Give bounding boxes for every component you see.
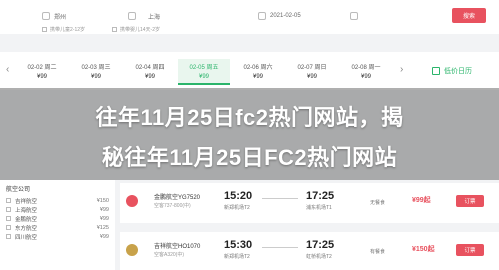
- date-label: 02-05 周五: [189, 65, 219, 71]
- date-price: ¥99: [144, 74, 155, 80]
- date-price: ¥99: [252, 74, 263, 80]
- book-button[interactable]: 订票: [456, 195, 484, 207]
- date-price: ¥99: [306, 74, 317, 80]
- date-label: 02-02 周二: [27, 65, 57, 71]
- meal-info: 无餐食: [370, 200, 386, 206]
- calendar-icon: [258, 12, 266, 20]
- to-city-input[interactable]: 上海: [148, 9, 160, 23]
- flight-price: ¥99起: [412, 197, 431, 204]
- date-tab[interactable]: 02-02 周二 ¥99: [16, 59, 68, 85]
- date-price: ¥99: [360, 74, 371, 80]
- headline-line-1: 往年11月25日fc2热门网站，揭: [95, 105, 404, 130]
- date-label: 02-03 周三: [81, 65, 111, 71]
- infant-option-label: 携带婴儿14天-2岁: [120, 27, 161, 33]
- date-label: 02-06 周六: [243, 65, 273, 71]
- departure-airport: 新郑机场T2: [224, 254, 250, 260]
- meal-info: 有餐食: [370, 249, 386, 255]
- date-tab[interactable]: 02-04 周四 ¥99: [124, 59, 176, 85]
- date-tab[interactable]: 02-07 周日 ¥99: [286, 59, 338, 85]
- low-price-calendar-button[interactable]: 低价日历: [432, 66, 472, 76]
- flight-aircraft: 空客737-800(中): [154, 203, 191, 209]
- date-label: 02-07 周日: [297, 65, 327, 71]
- departure-time: 15:30: [224, 239, 253, 251]
- to-city-value: 上海: [148, 14, 161, 21]
- departure-airport: 新郑机场T2: [224, 205, 250, 211]
- calendar-icon: [350, 12, 358, 20]
- date-tab-active[interactable]: 02-05 周五 ¥99: [178, 59, 230, 85]
- airline-filter-item[interactable]: 上海航空 ¥99: [6, 205, 109, 214]
- airline-filter: 航空公司 吉祥航空 ¥150 上海航空 ¥99 金鹏航空 ¥99 东方航空 ¥125 四…: [0, 180, 115, 270]
- chevron-left-icon[interactable]: ‹: [6, 64, 9, 75]
- flight-row: 金鹏航空YG7520 空客737-800(中) 15:20 新郑机场T2 17:…: [120, 183, 499, 223]
- infant-option[interactable]: 携带婴儿14天-2岁: [112, 26, 160, 33]
- airline-name: 吉祥航空: [15, 198, 38, 205]
- departure-time: 15:20: [224, 190, 253, 202]
- checkbox-icon: [112, 27, 117, 32]
- flight-airline: 金鹏航空YG7520: [154, 195, 201, 201]
- airline-price: ¥125: [96, 224, 109, 231]
- airline-filter-item[interactable]: 东方航空 ¥125: [6, 223, 109, 232]
- return-date-input[interactable]: [350, 9, 358, 23]
- headline-line-2: 秘往年11月25日FC2热门网站: [101, 145, 398, 170]
- arrival-time: 17:25: [306, 190, 335, 202]
- airline-price: ¥150: [96, 197, 109, 204]
- airline-filter-item[interactable]: 四川航空 ¥99: [6, 232, 109, 241]
- date-label: 02-08 周一: [351, 65, 381, 71]
- date-tab[interactable]: 02-03 周三 ¥99: [70, 59, 122, 85]
- checkbox-icon: [6, 225, 11, 230]
- date-tab[interactable]: 02-08 周一 ¥99: [340, 59, 392, 85]
- airline-name: 东方航空: [15, 225, 38, 232]
- airline-price: ¥99: [99, 233, 109, 240]
- checkbox-icon: [42, 27, 47, 32]
- plane-takeoff-icon: [42, 12, 50, 20]
- airline-filter-title: 航空公司: [6, 187, 31, 193]
- arrival-airport: 虹桥机场T2: [306, 254, 332, 260]
- calendar-icon: [432, 67, 440, 75]
- checkbox-icon: [6, 234, 11, 239]
- flight-airline: 吉祥航空HO1070: [154, 244, 201, 250]
- airline-price: ¥99: [99, 206, 109, 213]
- route-line: [262, 198, 298, 199]
- child-option-label: 携带儿童2-12岁: [50, 27, 86, 33]
- arrival-time: 17:25: [306, 239, 335, 251]
- swap-button[interactable]: [128, 9, 136, 23]
- flight-price: ¥150起: [412, 246, 435, 253]
- flight-aircraft: 空客A320(中): [154, 252, 185, 258]
- airline-filter-item[interactable]: 吉祥航空 ¥150: [6, 196, 109, 205]
- flight-row: 吉祥航空HO1070 空客A320(中) 15:30 新郑机场T2 17:25 …: [120, 232, 499, 270]
- date-price: ¥99: [198, 74, 209, 80]
- airline-filter-item[interactable]: 金鹏航空 ¥99: [6, 214, 109, 223]
- airline-name: 四川航空: [15, 234, 38, 241]
- depart-date-input[interactable]: 2021-02-05: [258, 9, 301, 23]
- airline-logo-icon: [126, 244, 138, 256]
- checkbox-icon: [6, 207, 11, 212]
- arrival-airport: 浦东机场T1: [306, 205, 332, 211]
- date-tab[interactable]: 02-06 周六 ¥99: [232, 59, 284, 85]
- child-option[interactable]: 携带儿童2-12岁: [42, 26, 85, 33]
- checkbox-icon: [6, 198, 11, 203]
- date-strip: ‹ 02-02 周二 ¥99 02-03 周三 ¥99 02-04 周四 ¥99 02…: [0, 52, 499, 90]
- book-button[interactable]: 订票: [456, 244, 484, 256]
- search-bar: 郑州 上海 2021-02-05 搜索 携带儿童2-12岁 携带婴儿14天-2岁: [0, 0, 499, 34]
- from-city-input[interactable]: 郑州: [42, 9, 66, 23]
- low-price-calendar-label: 低价日历: [444, 68, 472, 75]
- from-city-value: 郑州: [54, 14, 67, 21]
- route-line: [262, 247, 298, 248]
- date-label: 02-04 周四: [135, 65, 165, 71]
- chevron-right-icon[interactable]: ›: [400, 64, 403, 75]
- airline-price: ¥99: [99, 215, 109, 222]
- date-price: ¥99: [90, 74, 101, 80]
- airline-logo-icon: [126, 195, 138, 207]
- checkbox-icon: [6, 216, 11, 221]
- date-price: ¥99: [36, 74, 47, 80]
- search-button[interactable]: 搜索: [452, 8, 486, 23]
- airline-name: 金鹏航空: [15, 216, 38, 223]
- swap-icon: [128, 12, 136, 20]
- depart-date-value: 2021-02-05: [270, 13, 301, 19]
- airline-name: 上海航空: [15, 207, 38, 214]
